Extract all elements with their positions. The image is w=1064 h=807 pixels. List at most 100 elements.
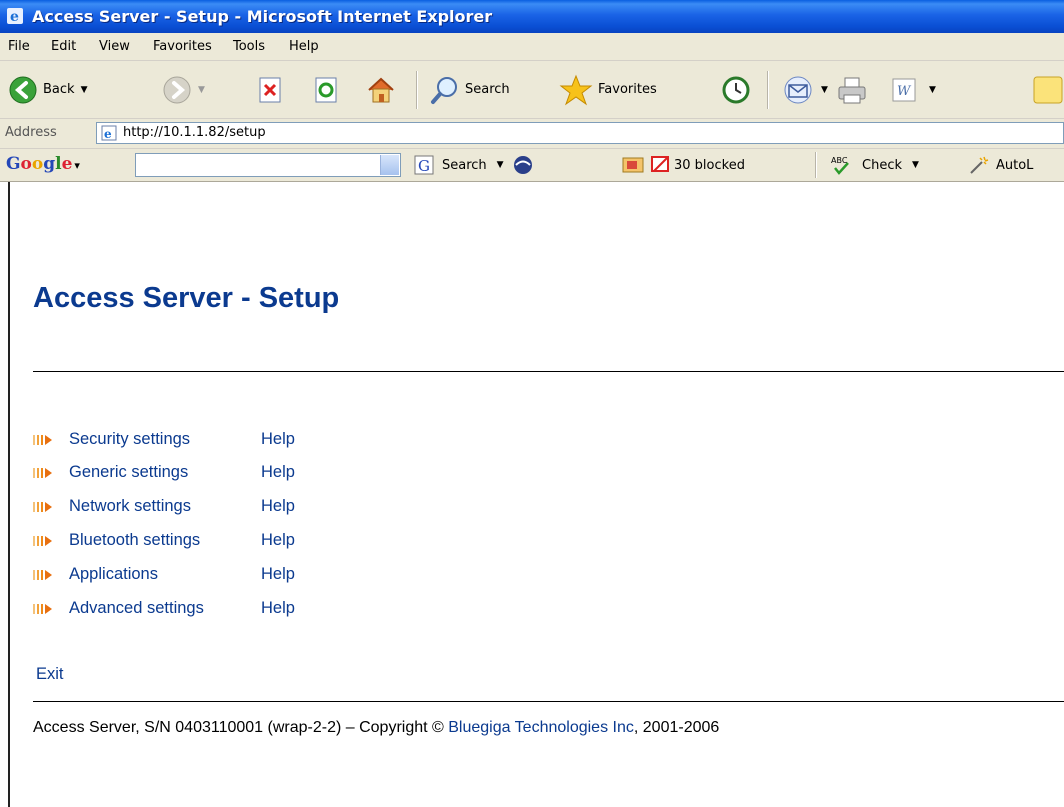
network-settings-link[interactable]: Network settings (69, 497, 191, 516)
page-content: Access Server - Setup Security settings … (0, 182, 1064, 807)
google-news-button[interactable] (621, 149, 645, 181)
popup-blocker-button[interactable]: 30 blocked (650, 149, 745, 181)
advanced-help-link[interactable]: Help (261, 599, 295, 618)
edit-dropdown-icon[interactable]: ▼ (929, 85, 936, 95)
generic-help-link[interactable]: Help (261, 463, 295, 482)
check-dropdown-icon[interactable]: ▼ (912, 160, 919, 170)
bullet-arrow-icon (33, 468, 52, 478)
stop-button[interactable] (257, 61, 283, 118)
favorites-label: Favorites (598, 82, 657, 97)
forward-dropdown-icon[interactable]: ▼ (198, 85, 205, 95)
spellcheck-button[interactable]: ABC Check ▼ (830, 149, 919, 181)
home-icon (368, 77, 394, 102)
svg-text:G: G (418, 157, 430, 175)
google-search-input[interactable] (135, 153, 401, 177)
address-label: Address (5, 125, 57, 140)
news-icon (622, 157, 644, 173)
word-edit-button[interactable]: W ▼ (891, 61, 936, 118)
spellcheck-icon: ABC (831, 156, 849, 175)
home-button[interactable] (365, 61, 397, 118)
back-label: Back (43, 82, 75, 97)
bullet-arrow-icon (33, 604, 52, 614)
menu-view[interactable]: View (99, 39, 130, 54)
menu-edit[interactable]: Edit (51, 39, 76, 54)
refresh-icon (315, 77, 337, 102)
bluetooth-help-link[interactable]: Help (261, 531, 295, 550)
footer-divider (33, 701, 1064, 702)
network-help-link[interactable]: Help (261, 497, 295, 516)
advanced-settings-link[interactable]: Advanced settings (69, 599, 204, 618)
blocked-count-label: 30 blocked (674, 157, 745, 173)
menu-file[interactable]: File (8, 39, 30, 54)
address-url: http://10.1.1.82/setup (123, 125, 266, 140)
mail-button[interactable]: ▼ (781, 61, 828, 118)
notes-button[interactable] (1032, 61, 1064, 118)
search-button[interactable]: Search (430, 61, 510, 118)
sticky-note-icon (1033, 76, 1063, 103)
exit-link[interactable]: Exit (36, 665, 64, 684)
back-arrow-icon (9, 76, 37, 103)
footer-prefix: Access Server, S/N 0403110001 (wrap-2-2)… (33, 719, 449, 736)
window-titlebar[interactable]: e Access Server - Setup - Microsoft Inte… (0, 0, 1064, 33)
mail-icon (784, 76, 812, 103)
internet-explorer-icon: e (7, 8, 23, 25)
printer-icon (838, 77, 866, 103)
copyright-footer: Access Server, S/N 0403110001 (wrap-2-2)… (33, 719, 719, 737)
bullet-arrow-icon (33, 536, 52, 546)
security-settings-link[interactable]: Security settings (69, 430, 190, 449)
window-title: Access Server - Setup - Microsoft Intern… (32, 7, 493, 26)
history-button[interactable] (721, 61, 751, 118)
svg-text:ABC: ABC (831, 156, 848, 165)
menu-bar: File Edit View Favorites Tools Help (0, 33, 1064, 61)
bluetooth-settings-link[interactable]: Bluetooth settings (69, 531, 200, 550)
google-search-label: Search (442, 157, 487, 173)
applications-link[interactable]: Applications (69, 565, 158, 584)
generic-settings-link[interactable]: Generic settings (69, 463, 188, 482)
favorites-button[interactable]: Favorites (559, 61, 657, 118)
forward-button[interactable]: ▼ (162, 61, 205, 118)
check-label: Check (862, 157, 902, 173)
word-document-icon: W (892, 78, 916, 101)
address-input[interactable]: e http://10.1.1.82/setup (96, 122, 1064, 144)
bluegiga-link[interactable]: Bluegiga Technologies Inc (448, 719, 634, 736)
refresh-button[interactable] (313, 61, 339, 118)
google-search-dropdown-icon[interactable] (380, 155, 399, 175)
googlebar-separator (815, 152, 817, 178)
forward-arrow-icon (163, 76, 191, 103)
address-bar: Address e http://10.1.1.82/setup (0, 119, 1064, 149)
menu-favorites[interactable]: Favorites (153, 39, 212, 54)
google-search-dropdown-arrow-icon[interactable]: ▼ (497, 160, 504, 170)
pagerank-icon[interactable] (512, 154, 534, 176)
google-toolbar: Google ▾ G Search ▼ 30 blocked ABC Check… (0, 149, 1064, 182)
applications-help-link[interactable]: Help (261, 565, 295, 584)
toolbar-separator (767, 71, 769, 109)
page-icon: e (101, 125, 117, 141)
search-label: Search (465, 82, 510, 97)
google-logo[interactable]: Google ▾ (6, 154, 80, 174)
bullet-arrow-icon (33, 435, 52, 445)
print-button[interactable] (836, 61, 868, 118)
svg-text:e: e (10, 9, 19, 25)
page-title: Access Server - Setup (33, 282, 340, 314)
menu-tools[interactable]: Tools (233, 39, 265, 54)
back-dropdown-icon[interactable]: ▼ (81, 85, 88, 95)
bullet-arrow-icon (33, 502, 52, 512)
menu-help[interactable]: Help (289, 39, 319, 54)
bullet-arrow-icon (33, 570, 52, 580)
toolbar-separator (416, 71, 418, 109)
google-search-button[interactable]: G Search ▼ (414, 149, 534, 181)
back-button[interactable]: Back ▼ (8, 61, 87, 118)
stop-icon (259, 77, 281, 102)
footer-suffix: , 2001-2006 (633, 719, 720, 736)
autolink-button[interactable]: AutoL (968, 149, 1033, 181)
autolink-label: AutoL (996, 157, 1034, 173)
history-icon (722, 76, 750, 103)
popup-blocked-icon (651, 156, 669, 172)
mail-dropdown-icon[interactable]: ▼ (821, 85, 828, 95)
star-icon (559, 74, 593, 105)
svg-text:e: e (104, 127, 112, 141)
left-frame-border (0, 182, 10, 807)
security-help-link[interactable]: Help (261, 430, 295, 449)
magnifier-icon (431, 76, 457, 104)
header-divider (33, 371, 1064, 372)
